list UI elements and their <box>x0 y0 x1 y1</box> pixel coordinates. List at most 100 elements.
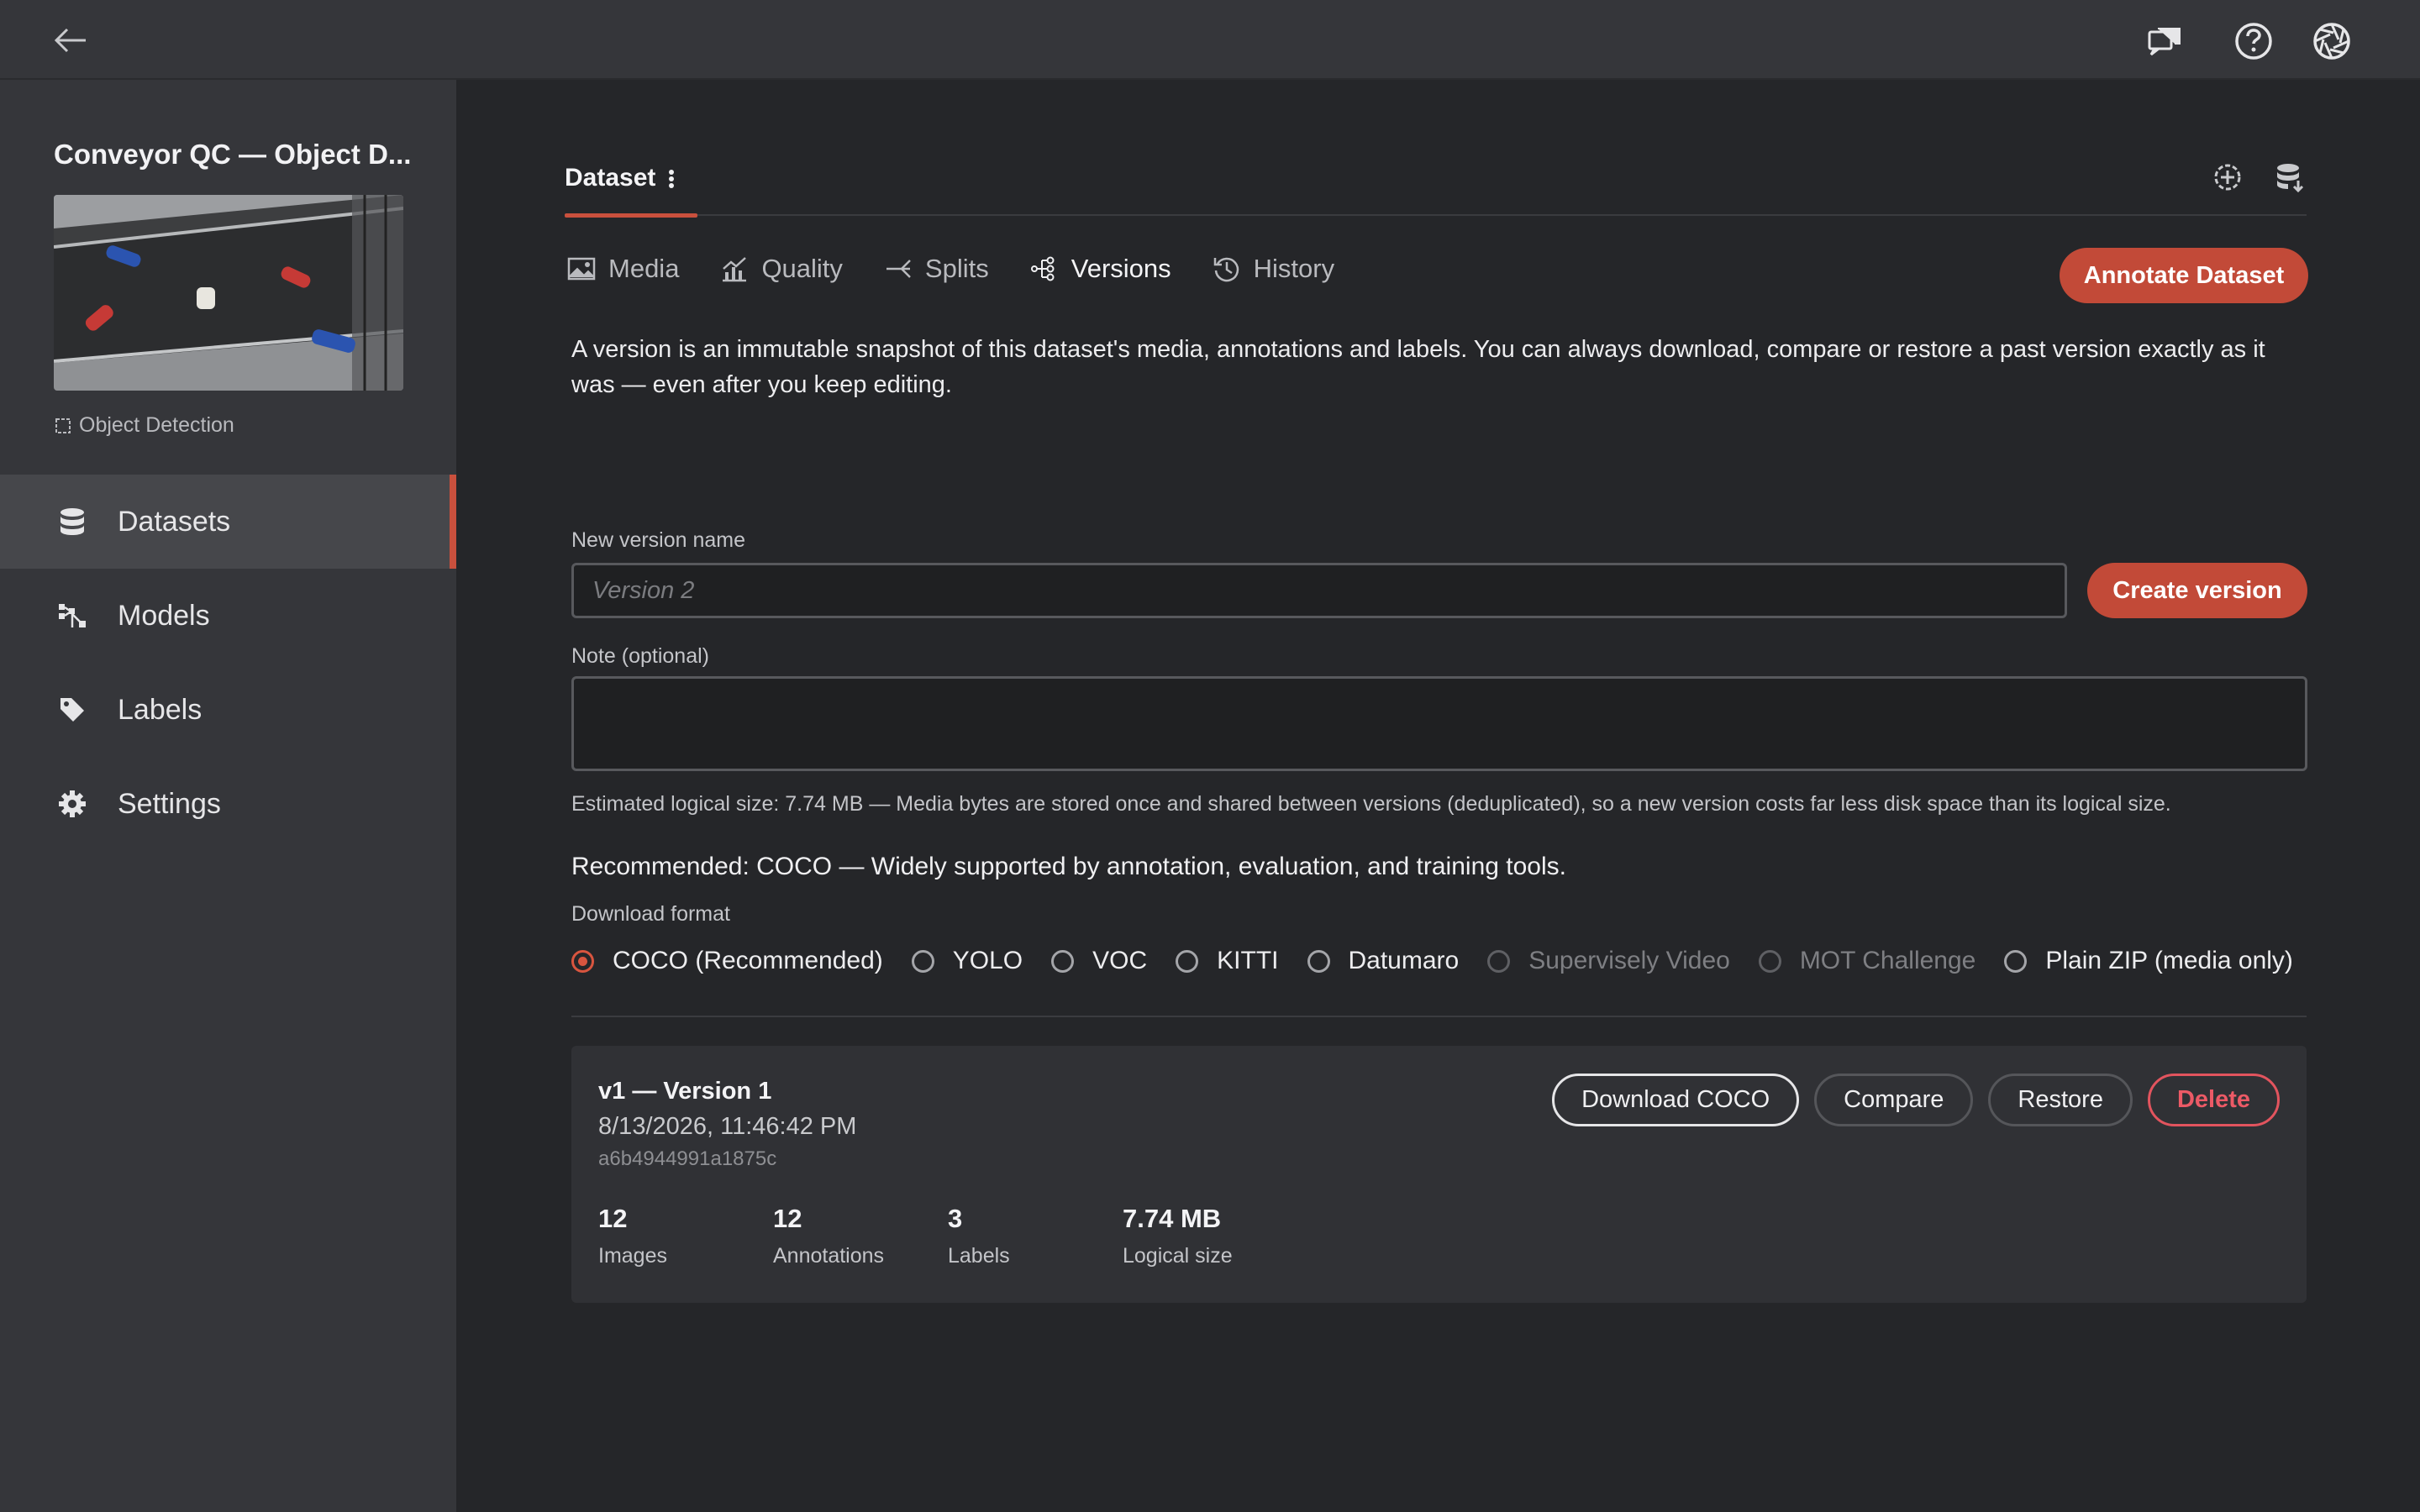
export-dataset-icon[interactable] <box>2273 160 2307 198</box>
version-actions: Download COCO Compare Restore Delete <box>1552 1074 2280 1126</box>
image-icon <box>567 257 596 281</box>
stat-label: Images <box>598 1244 667 1268</box>
stat-value: 7.74 MB <box>1123 1204 1222 1233</box>
more-vertical-icon[interactable] <box>667 164 676 199</box>
download-format-group: COCO (Recommended) YOLO VOC KITTI Datuma… <box>571 947 2322 975</box>
active-tab-indicator <box>565 213 697 218</box>
stat-annotations: 12 Annotations <box>773 1204 948 1268</box>
tab-media[interactable]: Media <box>566 254 679 284</box>
format-label: COCO (Recommended) <box>613 947 883 974</box>
version-name-label: New version name <box>571 528 746 552</box>
format-label: Plain ZIP (media only) <box>2045 947 2293 974</box>
help-icon[interactable] <box>2233 20 2275 62</box>
radio-dot[interactable] <box>2004 949 2028 973</box>
size-hint: Estimated logical size: 7.74 MB — Media … <box>571 792 2171 816</box>
format-label: VOC <box>1092 947 1148 974</box>
back-arrow-icon[interactable] <box>52 22 89 59</box>
version-hash: a6b4944991a1875c <box>598 1147 777 1170</box>
format-label: KITTI <box>1217 947 1279 974</box>
versions-icon <box>1030 256 1055 281</box>
project-type: Object Detection <box>54 413 234 438</box>
sidebar-item-labels[interactable]: Labels <box>0 663 456 757</box>
format-radio-datumaro[interactable]: Datumaro <box>1307 947 1460 975</box>
divider <box>571 1016 2307 1017</box>
format-label: MOT Challenge <box>1799 947 1976 974</box>
radio-dot <box>1758 949 1781 973</box>
download-format-label: Download format <box>571 902 730 926</box>
note-label: Note (optional) <box>571 644 709 668</box>
top-bar <box>0 0 2420 80</box>
tab-dataset-label: Dataset <box>565 164 656 192</box>
version-stats: 12 Images 12 Annotations 3 Labels 7.74 M… <box>598 1204 1297 1268</box>
add-dataset-icon[interactable] <box>2211 160 2244 198</box>
sidebar-nav: Datasets Models Labels Settings <box>0 475 456 851</box>
database-icon <box>57 507 87 537</box>
gear-icon <box>57 789 87 819</box>
tab-quality[interactable]: Quality <box>719 254 843 284</box>
subtab-bar: Media Quality Splits Versions History <box>566 254 1334 284</box>
model-icon <box>57 601 87 631</box>
chat-icon[interactable] <box>2144 20 2186 62</box>
sidebar-item-label: Labels <box>118 693 203 726</box>
tab-versions-label: Versions <box>1071 254 1171 283</box>
note-textarea[interactable] <box>571 676 2307 771</box>
tab-splits[interactable]: Splits <box>883 254 989 284</box>
radio-dot[interactable] <box>1307 949 1330 973</box>
stat-label: Labels <box>948 1244 1010 1268</box>
format-radio-plain-zip[interactable]: Plain ZIP (media only) <box>2004 947 2293 975</box>
annotate-dataset-button[interactable]: Annotate Dataset <box>2060 248 2308 303</box>
project-thumbnail <box>54 195 403 391</box>
version-card: v1 — Version 1 8/13/2026, 11:46:42 PM a6… <box>571 1046 2307 1303</box>
download-coco-button[interactable]: Download COCO <box>1552 1074 1800 1126</box>
chart-icon <box>723 257 747 282</box>
radio-dot <box>1487 949 1511 973</box>
format-label: Supervisely Video <box>1528 947 1730 974</box>
create-version-button[interactable]: Create version <box>2087 563 2307 618</box>
dataset-tab-bar: Dataset <box>565 164 2307 218</box>
radio-dot[interactable] <box>1176 949 1199 973</box>
format-label: YOLO <box>952 947 1023 974</box>
tab-versions[interactable]: Versions <box>1029 254 1171 284</box>
stat-label: Logical size <box>1123 1244 1233 1268</box>
aperture-icon[interactable] <box>2311 20 2353 62</box>
format-radio-yolo[interactable]: YOLO <box>911 947 1023 975</box>
version-title: v1 — Version 1 <box>598 1078 772 1105</box>
stat-logical-size: 7.74 MB Logical size <box>1123 1204 1297 1268</box>
tab-history[interactable]: History <box>1212 254 1334 284</box>
project-title: Conveyor QC — Object D... <box>54 139 412 170</box>
sidebar-item-label: Settings <box>118 787 221 820</box>
stat-value: 12 <box>598 1204 628 1233</box>
history-icon <box>1213 257 1239 282</box>
format-radio-coco[interactable]: COCO (Recommended) <box>571 947 883 975</box>
sidebar-item-label: Datasets <box>118 505 231 538</box>
radio-dot[interactable] <box>911 949 934 973</box>
bounding-box-icon <box>55 417 71 433</box>
format-radio-voc[interactable]: VOC <box>1051 947 1147 975</box>
format-label: Datumaro <box>1348 947 1460 974</box>
compare-button[interactable]: Compare <box>1814 1074 1974 1126</box>
split-icon <box>886 260 911 278</box>
stat-value: 12 <box>773 1204 802 1233</box>
sidebar-item-datasets[interactable]: Datasets <box>0 475 456 569</box>
sidebar-item-models[interactable]: Models <box>0 569 456 663</box>
stat-images: 12 Images <box>598 1204 773 1268</box>
sidebar: Conveyor QC — Object D... Object Detecti… <box>0 80 456 1512</box>
sidebar-item-settings[interactable]: Settings <box>0 757 456 851</box>
radio-dot[interactable] <box>571 949 594 973</box>
restore-button[interactable]: Restore <box>1988 1074 2133 1126</box>
project-type-label: Object Detection <box>79 413 234 437</box>
format-radio-mot-challenge: MOT Challenge <box>1758 947 1976 975</box>
format-radio-supervisely-video: Supervisely Video <box>1487 947 1730 975</box>
delete-button[interactable]: Delete <box>2147 1074 2280 1126</box>
tab-media-label: Media <box>608 254 680 283</box>
sidebar-item-label: Models <box>118 599 210 632</box>
main-content: Dataset Media Quality Splits Versions Hi… <box>456 80 2420 1512</box>
radio-dot[interactable] <box>1051 949 1075 973</box>
stat-value: 3 <box>948 1204 963 1233</box>
tab-history-label: History <box>1253 254 1335 283</box>
format-recommendation: Recommended: COCO — Widely supported by … <box>571 853 1566 880</box>
format-radio-kitti[interactable]: KITTI <box>1176 947 1279 975</box>
stat-label: Annotations <box>773 1244 885 1268</box>
tab-dataset[interactable]: Dataset <box>565 164 697 218</box>
version-name-input[interactable] <box>571 563 2067 618</box>
